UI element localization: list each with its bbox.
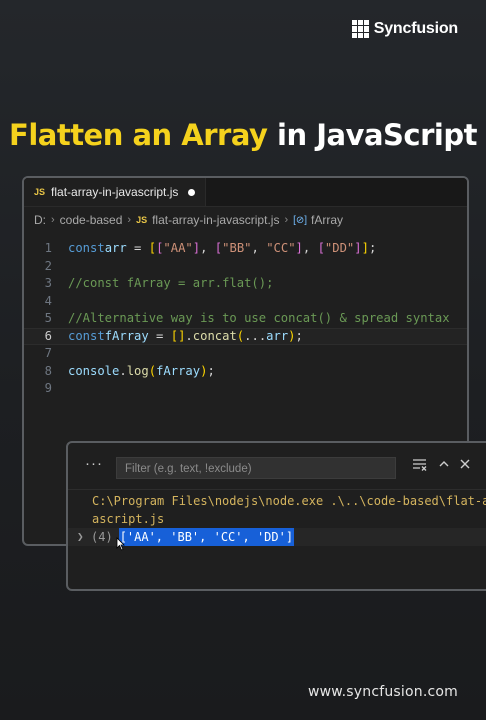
code-line: 8 console. log(fArray); [24,363,467,381]
js-file-icon: JS [34,187,46,197]
code-line-current: 6 const fArray = []. concat(... arr); [24,327,467,345]
variable-icon: [⊘] [293,214,308,226]
debug-console-panel: ··· Filter (e.g. text, !exclude) C:\Prog… [66,441,486,591]
website-url: www.syncfusion.com [307,684,458,700]
console-result-row[interactable]: ❯ (4) ['AA', 'BB', 'CC', 'DD'] [68,528,486,546]
console-toolbar: ··· Filter (e.g. text, !exclude) [68,443,486,490]
line-number: 9 [44,381,52,395]
line-number: 6 [44,328,52,343]
code-line: 2 [24,258,467,276]
result-count: (4) [91,530,113,544]
code-comment: //const fArray = arr.flat(); [68,276,274,290]
breadcrumb-symbol[interactable]: fArray [311,213,343,227]
tab-bar: JS flat-array-in-javascript.js [24,178,467,207]
console-output[interactable]: C:\Program Files\nodejs\node.exe .\..\co… [68,492,486,546]
console-command-line: C:\Program Files\nodejs\node.exe .\..\co… [92,494,486,508]
line-number: 8 [44,363,52,378]
result-value[interactable]: ['AA', 'BB', 'CC', 'DD'] [118,528,295,546]
code-line: 9 [24,380,467,398]
chevron-right-icon: › [127,214,132,226]
tab-label: flat-array-in-javascript.js [51,185,179,199]
close-icon[interactable] [459,458,471,473]
line-number: 5 [44,311,52,325]
console-filter-input[interactable]: Filter (e.g. text, !exclude) [116,457,396,479]
title-rest: in JavaScript [267,118,477,152]
console-command-line: ascript.js [92,512,165,526]
code-line: 1 const arr = [["AA"], ["BB", "CC"], ["DD… [24,240,467,258]
breadcrumb-file[interactable]: flat-array-in-javascript.js [152,213,279,227]
title-highlight: Flatten an Array [9,118,268,152]
line-number: 1 [44,241,52,255]
chevron-up-icon[interactable] [438,458,450,473]
tab-flat-array-file[interactable]: JS flat-array-in-javascript.js [24,178,207,206]
code-line: 5 //Alternative way is to use concat() & … [24,310,467,328]
code-line: 4 [24,293,467,311]
breadcrumb: D: › code-based › JS flat-array-in-javas… [24,209,467,231]
line-number: 3 [44,276,52,290]
syncfusion-logo-mark-icon [351,20,370,38]
page-title: Flatten an Array in JavaScript [0,118,486,152]
line-number: 2 [44,258,52,273]
syncfusion-logo: Syncfusion [351,20,458,38]
code-line: 3 //const fArray = arr.flat(); [24,275,467,293]
code-area[interactable]: 1 const arr = [["AA"], ["BB", "CC"], ["DD… [24,240,467,398]
code-line: 7 [24,345,467,363]
js-file-icon: JS [136,215,148,225]
chevron-right-icon: › [51,214,55,226]
line-number: 4 [44,293,52,308]
chevron-right-icon[interactable]: ❯ [68,528,91,546]
breadcrumb-folder[interactable]: code-based [60,213,123,227]
code-comment: //Alternative way is to use concat() & s… [68,311,450,325]
chevron-right-icon: › [284,214,289,226]
text-cursor-icon [115,537,125,558]
more-actions-icon[interactable]: ··· [85,455,103,472]
unsaved-dot-icon[interactable] [188,188,196,196]
line-number: 7 [44,346,52,360]
logo-text: Syncfusion [373,20,458,37]
breadcrumb-drive[interactable]: D: [34,213,46,227]
clear-console-icon[interactable] [412,458,427,474]
